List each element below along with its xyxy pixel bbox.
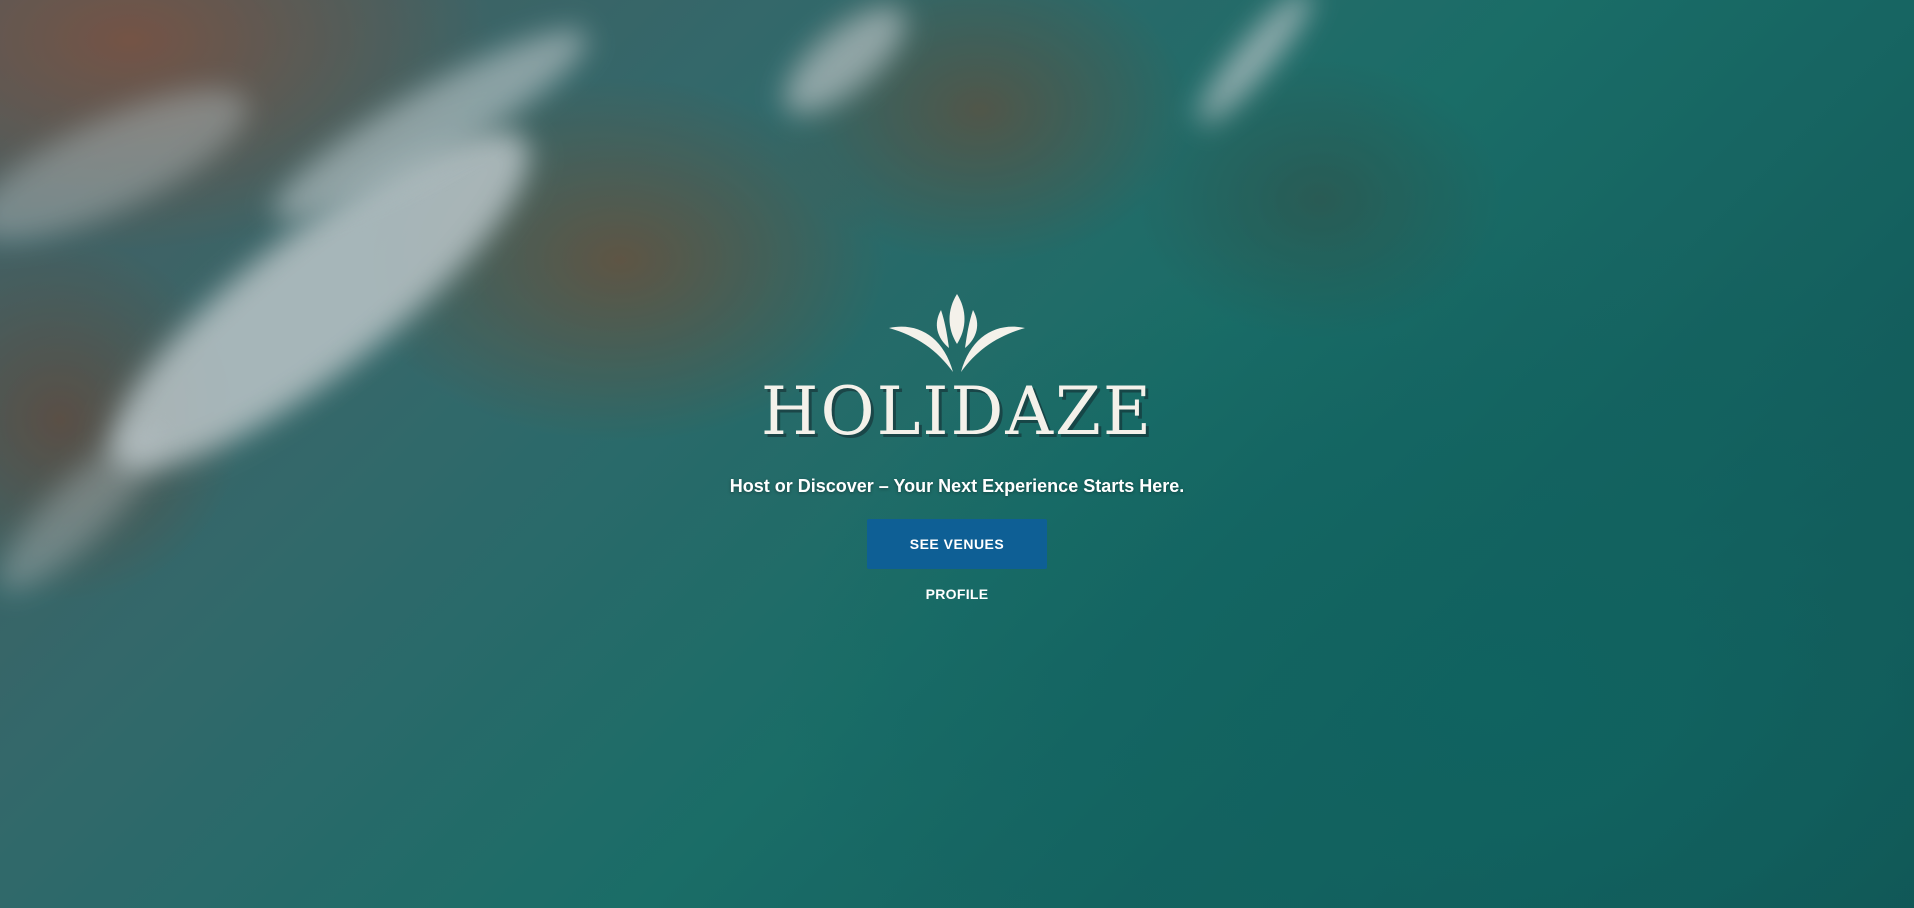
brand-logo-text: HOLIDAZE bbox=[760, 373, 1154, 450]
lotus-leaf-icon bbox=[889, 294, 1025, 372]
hero-tagline: Host or Discover – Your Next Experience … bbox=[729, 476, 1185, 496]
see-venues-button[interactable]: SEE VENUES bbox=[867, 519, 1047, 569]
hero-content: HOLIDAZE Host or Discover – Your Next Ex… bbox=[0, 292, 1914, 603]
profile-button[interactable]: PROFILE bbox=[920, 585, 995, 603]
